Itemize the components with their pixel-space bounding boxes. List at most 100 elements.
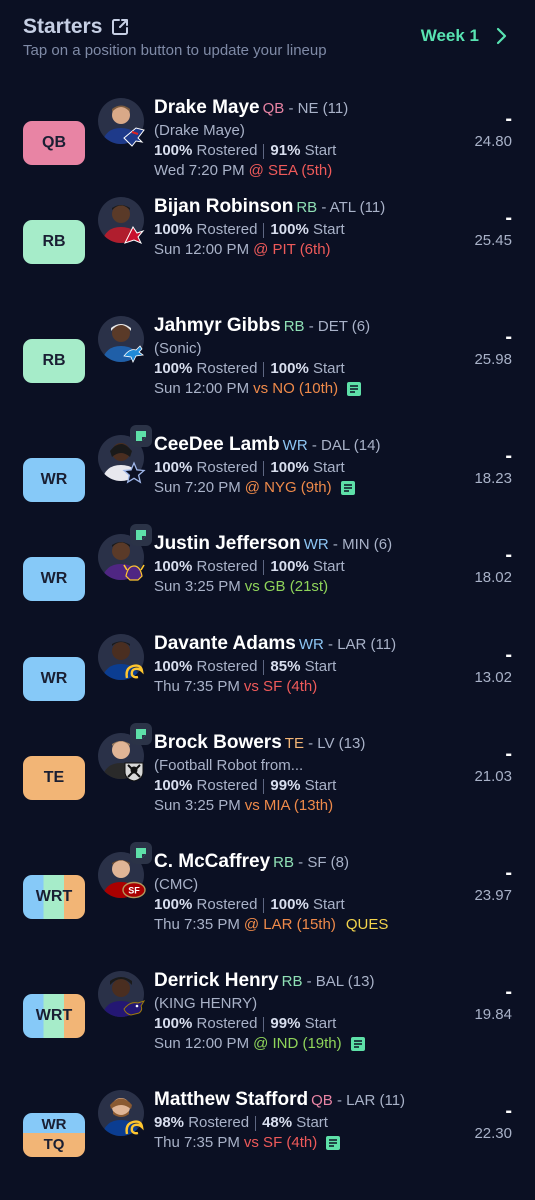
player-position: TE bbox=[284, 735, 304, 752]
svg-text:SF: SF bbox=[128, 886, 140, 896]
player-position: RB bbox=[283, 318, 305, 335]
position-button-wr[interactable]: WR bbox=[23, 557, 85, 601]
divider bbox=[263, 778, 265, 794]
opponent-matchup: @ SEA (5th) bbox=[248, 162, 333, 179]
player-note-icon[interactable] bbox=[340, 480, 356, 496]
projected-points: 24.80 bbox=[474, 133, 512, 150]
actual-points: - bbox=[505, 1100, 512, 1122]
ownership-line: 100% Rostered 85% Start bbox=[154, 658, 337, 675]
team-logo-icon bbox=[122, 997, 146, 1021]
position-button-qb[interactable]: QB bbox=[23, 121, 85, 165]
share-icon[interactable] bbox=[110, 17, 130, 37]
actual-points: - bbox=[505, 326, 512, 348]
team-bye: - MIN (6) bbox=[328, 536, 393, 553]
game-line: Thu 7:35 PM @ LAR (15th) QUES bbox=[154, 916, 389, 933]
position-button-superflex[interactable]: WR TQ bbox=[23, 1113, 85, 1157]
score-column: - 25.45 bbox=[442, 197, 512, 251]
news-badge[interactable] bbox=[130, 425, 152, 447]
divider bbox=[263, 897, 265, 913]
player-name-line: Justin Jefferson WR - MIN (6) bbox=[154, 533, 393, 554]
position-button-wr[interactable]: WR bbox=[23, 458, 85, 502]
week-selector[interactable]: Week 1 bbox=[421, 26, 507, 46]
position-button-wr[interactable]: WR bbox=[23, 657, 85, 701]
position-button-wrt[interactable]: WRT bbox=[23, 875, 85, 919]
starters-header: Starters Tap on a position button to upd… bbox=[0, 0, 535, 80]
score-column: - 13.02 bbox=[442, 634, 512, 688]
player-name-line: Matthew Stafford QB - LAR (11) bbox=[154, 1089, 406, 1110]
team-logo-icon bbox=[122, 461, 146, 485]
team-bye: - LAR (11) bbox=[332, 1092, 406, 1109]
team-bye: - ATL (11) bbox=[317, 199, 386, 216]
game-line: Sun 3:25 PM vs GB (21st) bbox=[154, 578, 329, 595]
ownership-line: 100% Rostered 100% Start bbox=[154, 221, 345, 238]
score-column: - 25.98 bbox=[442, 316, 512, 370]
game-line: Sun 7:20 PM @ NYG (9th) bbox=[154, 478, 444, 498]
actual-points: - bbox=[505, 108, 512, 130]
ownership-line: 100% Rostered 99% Start bbox=[154, 777, 337, 794]
section-title: Starters bbox=[23, 15, 130, 39]
player-nickname: (Drake Maye) bbox=[154, 122, 245, 139]
projected-points: 13.02 bbox=[474, 669, 512, 686]
player-position: WR bbox=[303, 536, 329, 553]
team-bye: - SF (8) bbox=[294, 854, 349, 871]
opponent-matchup: @ NYG (9th) bbox=[244, 479, 332, 496]
score-column: - 22.30 bbox=[442, 1090, 512, 1144]
opponent-matchup: @ IND (19th) bbox=[253, 1035, 342, 1052]
game-line: Sun 12:00 PM @ IND (19th) bbox=[154, 1034, 444, 1054]
starter-row[interactable]: WR Davante Adams WR - LAR (11) 100% Roste… bbox=[0, 633, 535, 744]
starter-row[interactable]: RB Jahmyr Gibbs RB - DET (6) (Sonic) 100%… bbox=[0, 314, 535, 426]
divider bbox=[255, 1115, 257, 1131]
player-nickname: (CMC) bbox=[154, 876, 199, 893]
opponent-matchup: @ LAR (15th) bbox=[243, 916, 336, 933]
player-note-icon[interactable] bbox=[350, 1036, 366, 1052]
ownership-line: 100% Rostered 91% Start bbox=[154, 142, 337, 159]
position-button-rb[interactable]: RB bbox=[23, 220, 85, 264]
player-position: WR bbox=[298, 636, 324, 653]
player-info: Bijan Robinson RB - ATL (11) 100% Rostere… bbox=[154, 195, 444, 260]
position-button-te[interactable]: TE bbox=[23, 756, 85, 800]
news-badge[interactable] bbox=[130, 524, 152, 546]
player-position: RB bbox=[296, 199, 318, 216]
opponent-matchup: vs SF (4th) bbox=[243, 1134, 318, 1151]
opponent-matchup: vs GB (21st) bbox=[244, 578, 329, 595]
starter-row[interactable]: WR Justin Jefferson WR - MIN (6) 100% Ros… bbox=[0, 524, 535, 644]
divider bbox=[263, 361, 265, 377]
player-name-line: C. McCaffrey RB - SF (8) bbox=[154, 851, 349, 872]
player-info: CeeDee Lamb WR - DAL (14) 100% Rostered 10… bbox=[154, 433, 444, 498]
divider bbox=[263, 143, 265, 159]
game-line: Thu 7:35 PM vs SF (4th) bbox=[154, 678, 318, 695]
team-logo-icon bbox=[122, 124, 146, 148]
team-bye: - LAR (11) bbox=[323, 636, 397, 653]
player-note-icon[interactable] bbox=[325, 1135, 341, 1151]
ownership-line: 100% Rostered 100% Start bbox=[154, 360, 345, 377]
divider bbox=[263, 559, 265, 575]
team-bye: - DAL (14) bbox=[307, 437, 381, 454]
player-info: Jahmyr Gibbs RB - DET (6) (Sonic) 100% Ro… bbox=[154, 314, 444, 399]
starter-row[interactable]: RB Bijan Robinson RB - ATL (11) 100% Rost… bbox=[0, 195, 535, 307]
divider bbox=[263, 1016, 265, 1032]
player-name-line: Davante Adams WR - LAR (11) bbox=[154, 633, 397, 654]
player-position: RB bbox=[273, 854, 294, 871]
score-column: - 23.97 bbox=[442, 852, 512, 906]
game-line: Thu 7:35 PM vs SF (4th) bbox=[154, 1133, 444, 1153]
news-badge[interactable] bbox=[130, 842, 152, 864]
player-position: WR bbox=[282, 437, 308, 454]
starter-row[interactable]: WR CeeDee Lamb WR - DAL (14) 100% Rostere… bbox=[0, 425, 535, 545]
divider bbox=[263, 222, 265, 238]
ownership-line: 100% Rostered 99% Start bbox=[154, 1015, 337, 1032]
starter-row[interactable]: WRT SF C. McCaffrey RB - SF (8) (CMC) 100… bbox=[0, 842, 535, 962]
starter-row[interactable]: TE Brock Bowers TE - LV (13) (Football Ro… bbox=[0, 723, 535, 843]
news-badge[interactable] bbox=[130, 723, 152, 745]
player-name-line: Derrick Henry RB - BAL (13) bbox=[154, 970, 375, 991]
player-note-icon[interactable] bbox=[346, 381, 362, 397]
position-button-rb[interactable]: RB bbox=[23, 339, 85, 383]
team-logo-icon bbox=[122, 560, 146, 584]
team-logo-icon bbox=[122, 1116, 146, 1140]
team-logo-icon bbox=[122, 759, 146, 783]
starter-row[interactable]: WR TQ Matthew Stafford QB - LAR (11) 98% … bbox=[0, 1089, 535, 1200]
score-column: - 21.03 bbox=[442, 733, 512, 787]
position-button-wrt[interactable]: WRT bbox=[23, 994, 85, 1038]
starter-row[interactable]: WRT Derrick Henry RB - BAL (13) (KING HEN… bbox=[0, 970, 535, 1081]
opponent-matchup: vs SF (4th) bbox=[243, 678, 318, 695]
starter-row[interactable]: QB Drake Maye QB - NE (11) (Drake Maye) 1… bbox=[0, 97, 535, 208]
